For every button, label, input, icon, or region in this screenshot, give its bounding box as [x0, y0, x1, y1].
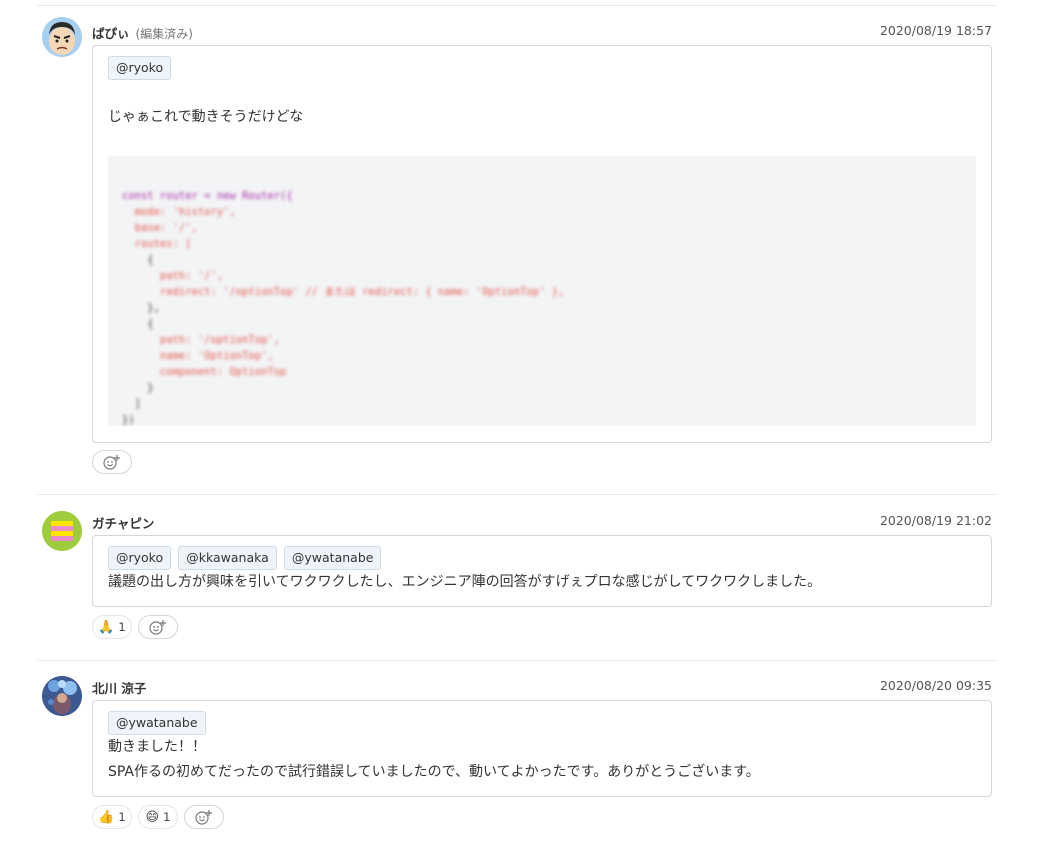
code-line: {: [122, 254, 154, 266]
grin-icon: 😄: [145, 809, 160, 825]
avatar[interactable]: [42, 676, 82, 716]
avatar-face-icon: [42, 17, 82, 57]
add-reaction-button[interactable]: [92, 450, 132, 474]
avatar-stripes-icon: [42, 511, 82, 551]
timestamp: 2020/08/20 09:35: [879, 678, 992, 693]
smiley-plus-icon: [195, 810, 212, 825]
code-line: }): [122, 414, 135, 426]
comment-body: @ryoko じゃぁこれで動きそうだけどな const router = new…: [92, 45, 992, 443]
pray-icon: 🙏: [98, 619, 115, 635]
author-name[interactable]: 北川 涼子: [92, 678, 146, 697]
code-line: path: '/optionTop',: [122, 334, 281, 346]
comment-text: 議題の出し方が興味を引いてワクワクしたし、エンジニア陣の回答がすげぇプロな感じが…: [108, 574, 822, 590]
comment-body: @ywatanabe 動きました！！ SPA作るの初めてだったので試行錯誤してい…: [92, 700, 992, 797]
author-name-text: ぱぴぃ: [92, 26, 130, 41]
code-content: const router = new Router({ mode: 'histo…: [108, 156, 976, 426]
mention-chip[interactable]: @ywatanabe: [283, 546, 382, 570]
code-line: {: [122, 318, 154, 330]
comment-body: @ryoko @kkawanaka @ywatanabe 議題の出し方が興味を引…: [92, 535, 992, 607]
avatar-photo-icon: [42, 676, 82, 716]
code-line: name: 'OptionTop',: [122, 350, 274, 362]
edited-label: (編集済み): [135, 27, 193, 41]
code-line: ]: [122, 398, 141, 410]
avatar[interactable]: [42, 17, 82, 57]
reaction-thumbs-up[interactable]: 👍 1: [92, 805, 132, 829]
smiley-plus-icon: [103, 455, 120, 470]
mention-chip[interactable]: @ywatanabe: [108, 711, 206, 735]
smiley-plus-icon: [149, 620, 166, 635]
reaction-grin[interactable]: 😄 1: [138, 805, 178, 829]
add-reaction-button[interactable]: [184, 805, 224, 829]
reaction-pray[interactable]: 🙏 1: [92, 615, 132, 639]
code-line: routes: [: [122, 238, 192, 250]
mention-chip[interactable]: @ryoko: [108, 56, 172, 80]
code-line: mode: 'history',: [122, 206, 236, 218]
comment-text: じゃぁこれで動きそうだけどな: [108, 109, 304, 125]
author-name[interactable]: ガチャピン: [92, 513, 154, 532]
code-line: redirect: '/optionTop' // または redirect: …: [122, 286, 565, 298]
code-line: },: [122, 302, 160, 314]
code-block: const router = new Router({ mode: 'histo…: [108, 156, 976, 426]
comment-item: 北川 涼子 2020/08/20 09:35 @ywatanabe 動きました！…: [0, 661, 1040, 844]
mention-chip[interactable]: @kkawanaka: [178, 546, 277, 570]
code-line: }: [122, 382, 154, 394]
comment-text: 動きました！！: [108, 739, 206, 755]
add-reaction-button[interactable]: [138, 615, 178, 639]
code-line: const router = new Router({: [122, 190, 293, 202]
comment-item: ガチャピン 2020/08/19 21:02 @ryoko @kkawanaka…: [0, 495, 1040, 660]
timestamp: 2020/08/19 18:57: [879, 23, 992, 38]
comment-text: SPA作るの初めてだったので試行錯誤していましたので、動いてよかったです。ありが…: [108, 764, 760, 780]
thumbs-up-icon: 👍: [98, 809, 115, 825]
reaction-count: 1: [163, 810, 171, 824]
author-name[interactable]: ぱぴぃ (編集済み): [92, 23, 193, 42]
code-line: base: '/',: [122, 222, 198, 234]
comment-item: ぱぴぃ (編集済み) 2020/08/19 18:57 @ryoko じゃぁこれで…: [0, 0, 1040, 490]
reaction-count: 1: [118, 620, 126, 634]
timestamp: 2020/08/19 21:02: [879, 513, 992, 528]
code-line: component: OptionTop: [122, 366, 287, 378]
mention-chip[interactable]: @ryoko: [108, 546, 172, 570]
reaction-count: 1: [118, 810, 126, 824]
avatar[interactable]: [42, 511, 82, 551]
code-line: path: '/',: [122, 270, 224, 282]
